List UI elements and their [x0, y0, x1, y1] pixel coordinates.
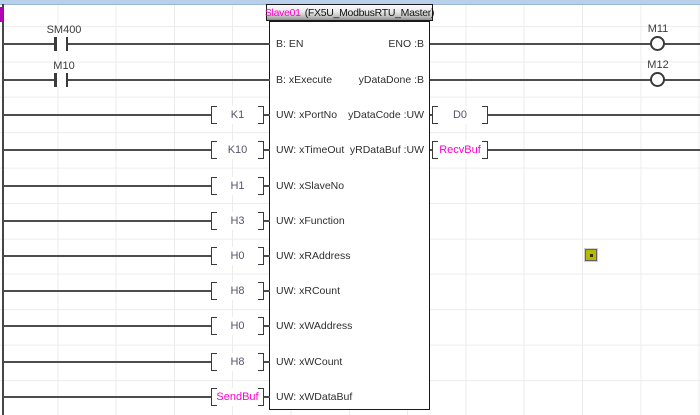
- fb-input-pin: UW: xWAddress: [276, 320, 352, 332]
- operand-label: SendBuf: [216, 391, 258, 403]
- contact-bar-left: [54, 37, 57, 51]
- operand-constant[interactable]: H8: [211, 282, 264, 300]
- fb-input-pin: UW: xRAddress: [276, 250, 351, 262]
- output-coil-m12[interactable]: [650, 72, 665, 87]
- fb-output-pin: ENO :B: [306, 38, 424, 50]
- input-wire: [3, 43, 270, 45]
- no-contact-m10[interactable]: [54, 73, 68, 87]
- fb-output-pin: yDataCode :UW: [306, 109, 424, 121]
- operand-label: K10: [228, 144, 248, 156]
- fb-input-pin: UW: xWDataBuf: [276, 391, 352, 403]
- operand-constant[interactable]: K10: [211, 141, 264, 159]
- contact-bar-right: [66, 37, 69, 51]
- operand-label: H8: [230, 356, 244, 368]
- operand-constant[interactable]: H1: [211, 177, 264, 195]
- fb-output-pin: yDataDone :B: [306, 74, 424, 86]
- device-label: SM400: [47, 25, 82, 36]
- fb-instance-name: Slave01: [265, 7, 301, 19]
- operand-constant[interactable]: H3: [211, 212, 264, 230]
- operand-label: RecvBuf: [439, 144, 481, 156]
- operand-destination[interactable]: RecvBuf: [432, 141, 488, 159]
- fb-input-pin: UW: xSlaveNo: [276, 180, 344, 192]
- operand-label: H1: [230, 180, 244, 192]
- contact-bar-right: [66, 73, 69, 87]
- operand-label: H0: [230, 250, 244, 262]
- operand-constant[interactable]: H0: [211, 317, 264, 335]
- fb-type-name: (FX5U_ModbusRTU_Master): [305, 7, 434, 19]
- function-block-header[interactable]: Slave01 (FX5U_ModbusRTU_Master): [266, 4, 433, 21]
- operand-destination[interactable]: D0: [432, 106, 488, 124]
- device-label: M10: [53, 61, 74, 72]
- output-coil-m11[interactable]: [650, 36, 665, 51]
- operand-constant[interactable]: H0: [211, 247, 264, 265]
- contact-bar-left: [54, 73, 57, 87]
- left-power-rail: [2, 4, 4, 415]
- edit-position-marker: [0, 7, 3, 22]
- no-contact-sm400[interactable]: [54, 37, 68, 51]
- fb-input-pin: UW: xRCount: [276, 285, 340, 297]
- operand-label: H0: [230, 320, 244, 332]
- operand-label: H8: [230, 285, 244, 297]
- device-label: M11: [648, 24, 669, 35]
- fb-input-pin: UW: xWCount: [276, 356, 342, 368]
- device-label: M12: [647, 60, 668, 71]
- contact-gap: [57, 73, 66, 87]
- fb-input-pin: UW: xFunction: [276, 215, 345, 227]
- operand-constant[interactable]: K1: [211, 106, 264, 124]
- operand-label: H3: [230, 215, 244, 227]
- contact-gap: [57, 37, 66, 51]
- ladder-editor-canvas: Slave01 (FX5U_ModbusRTU_Master) B: EN SM4…: [0, 0, 700, 415]
- operand-label: D0: [453, 109, 467, 121]
- operand-label: K1: [231, 109, 244, 121]
- editor-cursor-cell[interactable]: [585, 249, 597, 261]
- fb-input-pin: B: EN: [276, 38, 303, 50]
- fb-output-pin: yRDataBuf :UW: [306, 144, 424, 156]
- operand-constant[interactable]: H8: [211, 353, 264, 371]
- input-wire: [3, 79, 270, 81]
- operand-constant[interactable]: SendBuf: [211, 388, 264, 406]
